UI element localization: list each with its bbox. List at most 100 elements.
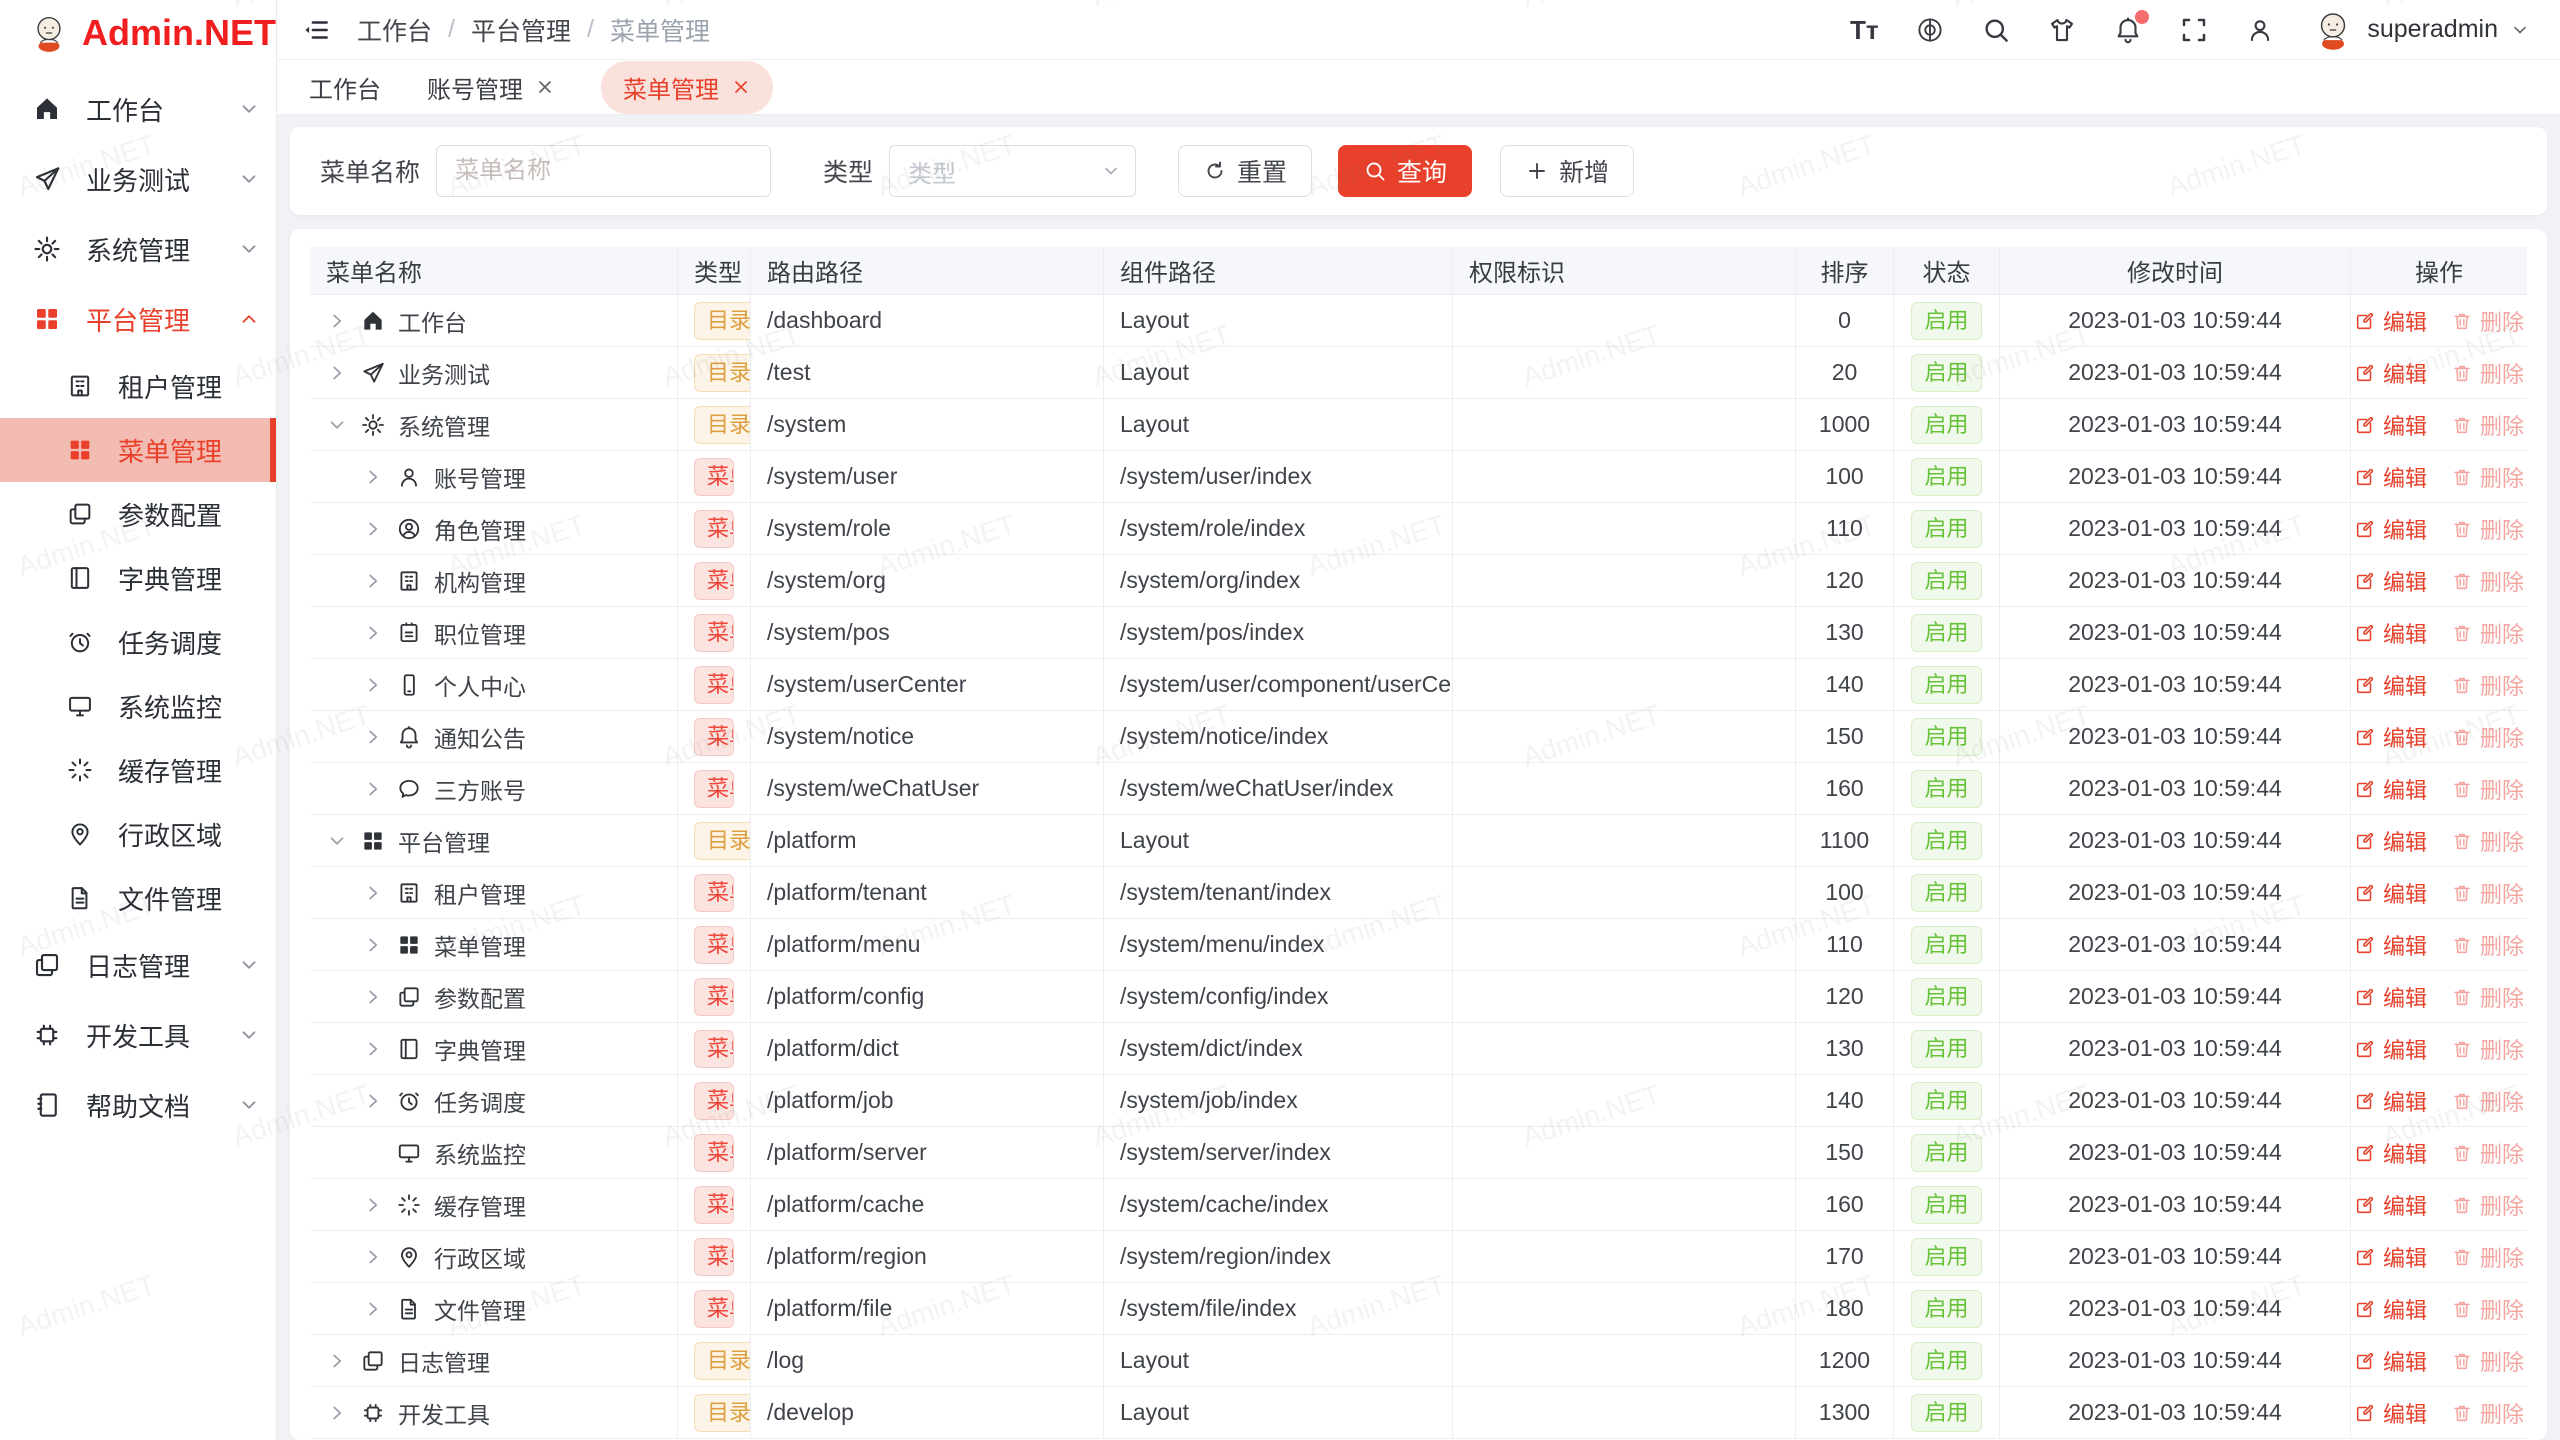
menu-name-input[interactable]	[436, 145, 771, 197]
font-size-button[interactable]: Tт	[1849, 15, 1879, 45]
sidebar-item-workbench[interactable]: 工作台	[0, 74, 276, 144]
close-icon[interactable]	[535, 77, 555, 97]
edit-button[interactable]: 编辑	[2354, 877, 2427, 909]
delete-button[interactable]: 删除	[2451, 877, 2524, 909]
sidebar-item-dev-tools[interactable]: 开发工具	[0, 1000, 276, 1070]
delete-button[interactable]: 删除	[2451, 513, 2524, 545]
tab-0[interactable]: 工作台	[309, 70, 381, 105]
sidebar-item-system-mgmt[interactable]: 系统管理	[0, 214, 276, 284]
delete-button[interactable]: 删除	[2451, 565, 2524, 597]
breadcrumb-item-workbench[interactable]: 工作台	[357, 12, 432, 48]
sidebar-item-task-schedule[interactable]: 任务调度	[0, 610, 276, 674]
expand-row-icon[interactable]	[362, 986, 384, 1008]
tab-2[interactable]: 菜单管理	[601, 61, 773, 114]
close-icon[interactable]	[731, 77, 751, 97]
reset-button[interactable]: 重置	[1178, 145, 1312, 197]
collapse-row-icon[interactable]	[326, 830, 348, 852]
sidebar-item-system-monitor[interactable]: 系统监控	[0, 674, 276, 738]
edit-button[interactable]: 编辑	[2354, 1189, 2427, 1221]
breadcrumb-item-platform[interactable]: 平台管理	[471, 12, 571, 48]
add-button[interactable]: 新增	[1500, 145, 1634, 197]
delete-button[interactable]: 删除	[2451, 1033, 2524, 1065]
edit-button[interactable]: 编辑	[2354, 305, 2427, 337]
edit-button[interactable]: 编辑	[2354, 357, 2427, 389]
delete-button[interactable]: 删除	[2451, 1241, 2524, 1273]
expand-row-icon[interactable]	[326, 1402, 348, 1424]
sidebar-item-platform-mgmt[interactable]: 平台管理	[0, 284, 276, 354]
fullscreen-button[interactable]	[2179, 15, 2209, 45]
sidebar-item-help-docs[interactable]: 帮助文档	[0, 1070, 276, 1140]
sidebar-item-tenant-mgmt[interactable]: 租户管理	[0, 354, 276, 418]
edit-button[interactable]: 编辑	[2354, 617, 2427, 649]
theme-button[interactable]	[2047, 15, 2077, 45]
sidebar-item-admin-region[interactable]: 行政区域	[0, 802, 276, 866]
edit-button[interactable]: 编辑	[2354, 1033, 2427, 1065]
sidebar-item-file-mgmt[interactable]: 文件管理	[0, 866, 276, 930]
user-menu[interactable]: superadmin	[2311, 8, 2530, 52]
edit-button[interactable]: 编辑	[2354, 1137, 2427, 1169]
edit-button[interactable]: 编辑	[2354, 565, 2427, 597]
sidebar-item-cache-mgmt[interactable]: 缓存管理	[0, 738, 276, 802]
expand-row-icon[interactable]	[362, 1298, 384, 1320]
expand-row-icon[interactable]	[362, 1246, 384, 1268]
search-button[interactable]: 查询	[1338, 145, 1472, 197]
expand-row-icon[interactable]	[326, 1350, 348, 1372]
edit-button[interactable]: 编辑	[2354, 1345, 2427, 1377]
expand-row-icon[interactable]	[362, 726, 384, 748]
edit-button[interactable]: 编辑	[2354, 409, 2427, 441]
edit-button[interactable]: 编辑	[2354, 721, 2427, 753]
delete-button[interactable]: 删除	[2451, 981, 2524, 1013]
translate-button[interactable]	[1915, 15, 1945, 45]
expand-row-icon[interactable]	[362, 466, 384, 488]
expand-row-icon[interactable]	[362, 1194, 384, 1216]
sidebar-item-log-mgmt[interactable]: 日志管理	[0, 930, 276, 1000]
delete-button[interactable]: 删除	[2451, 721, 2524, 753]
edit-button[interactable]: 编辑	[2354, 773, 2427, 805]
delete-button[interactable]: 删除	[2451, 1137, 2524, 1169]
menu-fold-icon[interactable]	[301, 15, 331, 45]
edit-button[interactable]: 编辑	[2354, 1241, 2427, 1273]
delete-button[interactable]: 删除	[2451, 929, 2524, 961]
delete-button[interactable]: 删除	[2451, 1189, 2524, 1221]
edit-button[interactable]: 编辑	[2354, 1397, 2427, 1429]
search-button[interactable]	[1981, 15, 2011, 45]
delete-button[interactable]: 删除	[2451, 1397, 2524, 1429]
expand-row-icon[interactable]	[362, 518, 384, 540]
delete-button[interactable]: 删除	[2451, 617, 2524, 649]
delete-button[interactable]: 删除	[2451, 669, 2524, 701]
edit-button[interactable]: 编辑	[2354, 825, 2427, 857]
sidebar-item-business-test[interactable]: 业务测试	[0, 144, 276, 214]
expand-row-icon[interactable]	[362, 622, 384, 644]
edit-button[interactable]: 编辑	[2354, 669, 2427, 701]
tab-1[interactable]: 账号管理	[427, 70, 555, 105]
expand-row-icon[interactable]	[362, 1090, 384, 1112]
type-select[interactable]: 类型	[889, 145, 1136, 197]
edit-button[interactable]: 编辑	[2354, 513, 2427, 545]
delete-button[interactable]: 删除	[2451, 825, 2524, 857]
sidebar-item-menu-mgmt[interactable]: 菜单管理	[0, 418, 276, 482]
sidebar-item-param-config[interactable]: 参数配置	[0, 482, 276, 546]
delete-button[interactable]: 删除	[2451, 773, 2524, 805]
delete-button[interactable]: 删除	[2451, 461, 2524, 493]
expand-row-icon[interactable]	[326, 310, 348, 332]
delete-button[interactable]: 删除	[2451, 1293, 2524, 1325]
sidebar-item-dict-mgmt[interactable]: 字典管理	[0, 546, 276, 610]
edit-button[interactable]: 编辑	[2354, 1293, 2427, 1325]
expand-row-icon[interactable]	[362, 674, 384, 696]
edit-button[interactable]: 编辑	[2354, 929, 2427, 961]
delete-button[interactable]: 删除	[2451, 305, 2524, 337]
profile-button[interactable]	[2245, 15, 2275, 45]
edit-button[interactable]: 编辑	[2354, 981, 2427, 1013]
delete-button[interactable]: 删除	[2451, 409, 2524, 441]
notifications-button[interactable]	[2113, 15, 2143, 45]
expand-row-icon[interactable]	[326, 362, 348, 384]
edit-button[interactable]: 编辑	[2354, 461, 2427, 493]
delete-button[interactable]: 删除	[2451, 357, 2524, 389]
expand-row-icon[interactable]	[362, 934, 384, 956]
expand-row-icon[interactable]	[362, 1038, 384, 1060]
delete-button[interactable]: 删除	[2451, 1085, 2524, 1117]
delete-button[interactable]: 删除	[2451, 1345, 2524, 1377]
expand-row-icon[interactable]	[362, 778, 384, 800]
expand-row-icon[interactable]	[362, 882, 384, 904]
edit-button[interactable]: 编辑	[2354, 1085, 2427, 1117]
